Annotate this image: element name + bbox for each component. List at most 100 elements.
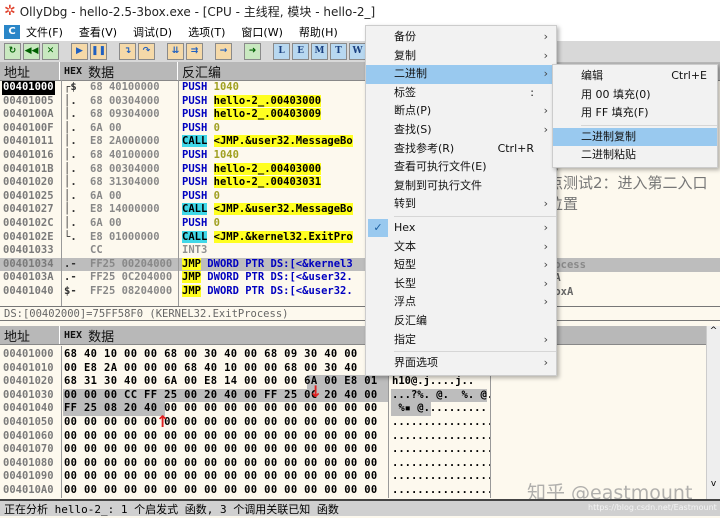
- disasm-row-partial[interactable]: [0, 299, 720, 306]
- menu-item[interactable]: 复制 ›: [366, 47, 556, 66]
- goto-icon[interactable]: ➜: [244, 43, 261, 60]
- dump-row[interactable]: 00401080 00 00 00 00 00 00 00 00 00 00 00…: [0, 457, 706, 471]
- dump-row[interactable]: 00401060 00 00 00 00 00 00 00 00 00 00 00…: [0, 430, 706, 444]
- row-address: 00401000: [3, 348, 54, 360]
- operand: 1040: [213, 149, 239, 161]
- operand: hello-2_.00403009: [213, 108, 322, 121]
- dump-row[interactable]: 00401010 00 E8 2A 00 00 00 68 40 10 00 00…: [0, 362, 706, 376]
- close-icon[interactable]: ✕: [42, 43, 59, 60]
- run-icon[interactable]: ▶: [71, 43, 88, 60]
- row-marker: │.: [64, 149, 77, 161]
- dump-row[interactable]: 00401070 00 00 00 00 00 00 00 00 00 00 00…: [0, 443, 706, 457]
- menu-item-label: 文本: [394, 239, 416, 253]
- menu-separator: [581, 124, 717, 126]
- menu-item[interactable]: 断点(P) ›: [366, 102, 556, 121]
- execute-till-return-icon[interactable]: →: [215, 43, 232, 60]
- menu-2[interactable]: 调试(D): [133, 24, 172, 40]
- operand: DWORD PTR DS:[<&user32.: [207, 271, 353, 284]
- cpu-window-icon[interactable]: C: [4, 24, 20, 39]
- menu-item[interactable]: 长型 ›: [366, 275, 556, 294]
- toolbar-window-e-button[interactable]: E: [292, 43, 309, 60]
- row-marker: │.: [64, 189, 77, 202]
- disasm-row[interactable]: 0040102E └. E8 01000000 CALL <JMP.&kernel32…: [0, 230, 720, 245]
- toolbar-window-w-button[interactable]: W: [349, 43, 366, 60]
- disasm-row[interactable]: 00401033 CC INT3: [0, 244, 720, 258]
- row-disasm: PUSH hello-2_.00403009: [182, 108, 322, 122]
- menu-item[interactable]: 用 00 填充(0): [553, 86, 717, 105]
- row-hex-bytes: 00 00 00 00 00 00 00 00 00 00 00 00 00 0…: [64, 429, 378, 442]
- operand: hello-2_.00403031: [213, 176, 322, 189]
- row-ascii: ...?%. @. %. @.: [392, 388, 494, 401]
- dump-header: 地址 HEX 数据: [0, 326, 706, 345]
- step-into-icon[interactable]: ↴: [119, 43, 136, 60]
- col-hex[interactable]: HEX 数据: [60, 62, 178, 81]
- row-disasm: INT3: [182, 244, 214, 258]
- menu-3[interactable]: 选项(T): [188, 24, 225, 40]
- trace-into-icon[interactable]: ⇊: [167, 43, 184, 60]
- menu-item[interactable]: 界面选项 ›: [366, 354, 556, 373]
- dump-row[interactable]: 00401000 68 40 10 00 00 68 00 30 40 00 68…: [0, 348, 706, 362]
- menu-item[interactable]: 标签:: [366, 84, 556, 103]
- menu-item[interactable]: 反汇编: [366, 312, 556, 331]
- menu-item-label: 短型: [394, 258, 416, 272]
- dump-row[interactable]: 00401030 00 00 00 CC FF 25 00 20 40 00 FF…: [0, 388, 706, 403]
- menu-item[interactable]: 查看可执行文件(E): [366, 158, 556, 177]
- row-hex: FF25 08204000: [90, 285, 173, 297]
- row-address: 00401030: [3, 388, 54, 401]
- row-address: 00401033: [3, 244, 54, 257]
- dump-row[interactable]: 00401020 68 31 30 40 00 6A 00 E8 14 00 00…: [0, 375, 706, 389]
- menu-item[interactable]: 二进制粘贴: [553, 146, 717, 165]
- pause-icon[interactable]: ❚❚: [90, 43, 107, 60]
- menu-item[interactable]: 二进制复制: [553, 127, 717, 147]
- disasm-row[interactable]: 0040102C │. 6A 00 PUSH 0: [0, 217, 720, 231]
- row-marker: │.: [64, 108, 77, 121]
- menu-item[interactable]: 转到 ›: [366, 195, 556, 214]
- menu-4[interactable]: 窗口(W): [241, 24, 282, 40]
- menu-item[interactable]: 文本 ›: [366, 238, 556, 257]
- chevron-right-icon: ›: [543, 220, 548, 234]
- row-hex-bytes: 68 40 10 00 00 68 00 30 40 00 68 09 30 4…: [64, 348, 358, 360]
- menu-item[interactable]: 二进制 ›: [366, 65, 556, 84]
- col-address[interactable]: 地址: [0, 326, 60, 345]
- menu-item[interactable]: 查找(S) ›: [366, 121, 556, 140]
- dump-scrollbar[interactable]: ^ v: [706, 326, 720, 499]
- row-hex: 68 00304000: [90, 94, 160, 107]
- rewind-icon[interactable]: ◀◀: [23, 43, 40, 60]
- menu-item[interactable]: 浮点 ›: [366, 293, 556, 312]
- menu-item[interactable]: 复制到可执行文件: [366, 177, 556, 196]
- dump-pane[interactable]: 00401000 68 40 10 00 00 68 00 30 40 00 68…: [0, 346, 706, 498]
- trace-over-icon[interactable]: ⇉: [186, 43, 203, 60]
- menu-item[interactable]: 用 FF 填充(F): [553, 104, 717, 123]
- col-address[interactable]: 地址: [0, 62, 60, 81]
- row-address: 00401040: [3, 402, 54, 415]
- menu-item[interactable]: 短型 ›: [366, 256, 556, 275]
- chevron-right-icon: ›: [543, 276, 548, 290]
- menu-item[interactable]: 备份 ›: [366, 28, 556, 47]
- menu-1[interactable]: 查看(V): [79, 24, 117, 40]
- row-hex: 68 40100000: [90, 149, 160, 161]
- toolbar-window-l-button[interactable]: L: [273, 43, 290, 60]
- row-address: 0040102E: [3, 230, 54, 243]
- toolbar-window-t-button[interactable]: T: [330, 43, 347, 60]
- row-disasm: CALL <JMP.&kernel32.ExitPro: [182, 230, 353, 245]
- row-hex: FF25 00204000: [90, 257, 173, 270]
- dump-row[interactable]: 00401040 FF 25 08 20 40 00 00 00 00 00 00…: [0, 402, 706, 416]
- disasm-row[interactable]: 0040103A .- FF25 0C204000 JMP DWORD PTR DS:…: [0, 271, 720, 285]
- dump-row[interactable]: 00401050 00 00 00 00 00 00 00 00 00 00 00…: [0, 416, 706, 430]
- step-over-icon[interactable]: ↷: [138, 43, 155, 60]
- menu-item-label: 复制到可执行文件: [394, 178, 482, 192]
- row-address: 0040100A: [3, 108, 54, 121]
- disasm-row[interactable]: 00401040 $- FF25 08204000 JMP DWORD PTR DS:…: [0, 285, 720, 299]
- restart-icon[interactable]: ↻: [4, 43, 21, 60]
- menu-item-label: 备份: [394, 30, 416, 43]
- menu-item[interactable]: 编辑 Ctrl+E: [553, 67, 717, 86]
- mnemonic: JMP: [182, 271, 201, 284]
- menu-item[interactable]: 指定 ›: [366, 331, 556, 350]
- menu-item-label: 标签: [394, 85, 416, 99]
- menu-5[interactable]: 帮助(H): [299, 24, 338, 40]
- toolbar-window-m-button[interactable]: M: [311, 43, 328, 60]
- menu-0[interactable]: 文件(F): [26, 24, 63, 40]
- menu-item[interactable]: ✓ Hex ›: [366, 218, 556, 238]
- row-hex: E8 01000000: [90, 230, 160, 243]
- menu-item[interactable]: 查找参考(R) Ctrl+R: [366, 140, 556, 159]
